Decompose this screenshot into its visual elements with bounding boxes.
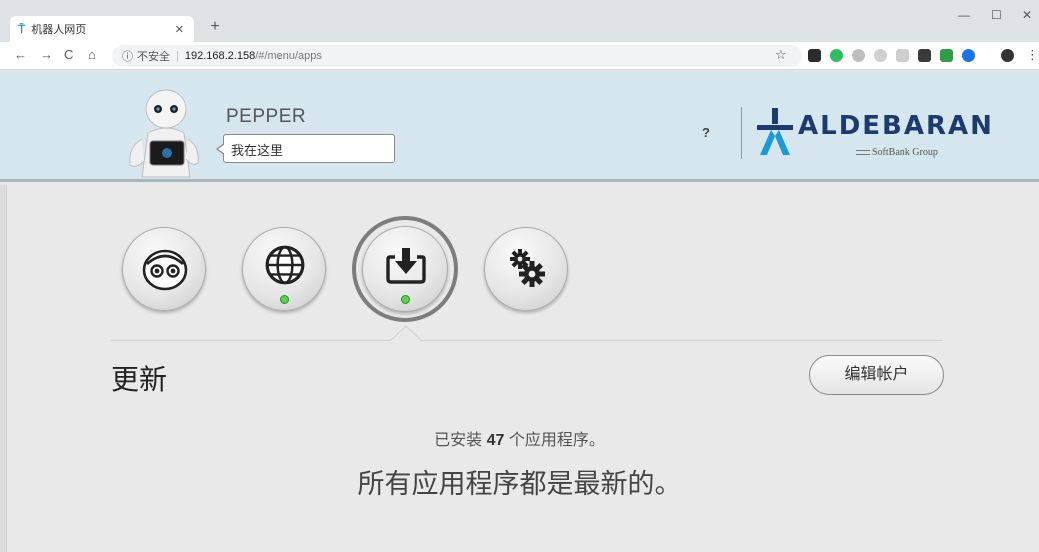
brand-subtitle: SoftBank Group [856,147,938,158]
browser-toolbar: ← → C ⌂ ⓘ 不安全 | 192.168.2.158 /#/menu/ap… [0,42,1039,70]
back-icon[interactable]: ← [14,47,27,62]
url-host: 192.168.2.158 [184,50,256,62]
section-divider [111,340,943,341]
tab-title: 机器人网页 [31,24,87,36]
profile-avatar-icon[interactable] [1001,49,1014,62]
evernote-extension-icon[interactable] [830,49,843,62]
browser-window: ⍑ 机器人网页 ✕ + — ☐ ✕ ← → C ⌂ ⓘ 不安全 | 192.16… [0,0,1039,552]
robot-name: PEPPER [226,106,307,127]
address-bar[interactable]: ⓘ 不安全 | 192.168.2.158 /#/menu/apps [112,45,802,67]
maximize-icon[interactable]: ☐ [991,8,1002,22]
network-button[interactable] [242,227,326,311]
url-separator: | [176,50,179,62]
close-window-icon[interactable]: ✕ [1022,8,1032,22]
print-extension-icon[interactable] [918,49,931,62]
robot-face-button[interactable] [122,227,206,311]
header-divider [741,107,742,159]
security-label: 不安全 [137,51,170,63]
help-button[interactable]: ? [702,125,710,140]
network-status-indicator [280,295,289,304]
brand-subtitle-text: SoftBank Group [872,147,938,158]
gears-icon [510,249,545,287]
new-tab-icon[interactable]: + [204,16,226,38]
installed-apps-text: 已安装 47 个应用程序。 [0,426,1039,450]
speech-bubble: 我在这里 [216,134,395,163]
download-icon [386,248,426,284]
updates-button[interactable] [362,226,448,312]
extension-icon-3[interactable] [852,49,865,62]
up-to-date-message: 所有应用程序都是最新的。 [357,469,682,499]
edit-account-button[interactable]: 编辑帐户 [809,355,944,395]
installed-count: 47 [486,432,505,449]
aldebaran-logo-icon [757,108,793,155]
robot-header: PEPPER 我在这里 ? ALDEBARAN SoftBank Group [0,71,1039,182]
browser-tab[interactable]: ⍑ 机器人网页 ✕ [10,16,194,42]
installed-prefix: 已安装 [434,432,483,449]
home-icon[interactable]: ⌂ [88,47,96,62]
info-icon[interactable]: ⓘ [122,48,133,64]
forward-icon[interactable]: → [40,47,53,62]
softbank-bars-icon [856,150,870,156]
brand-name: ALDEBARAN [798,111,994,141]
selection-pointer [390,325,422,342]
extension-icon-8[interactable] [962,49,975,62]
robot-face-icon [142,249,188,291]
pepper-robot-image [129,89,199,178]
extension-icon-7[interactable] [940,49,953,62]
extension-icon-4[interactable] [874,49,887,62]
extension-icon-5[interactable] [896,49,909,62]
url-path: /#/menu/apps [255,50,322,62]
browser-menu-icon[interactable]: ⋮ [1026,47,1039,63]
updates-status-indicator [401,295,410,304]
minimize-icon[interactable]: — [958,8,970,22]
bookmark-star-icon[interactable]: ☆ [775,47,787,63]
section-title: 更新 [111,364,168,395]
globe-icon [265,245,305,285]
aldebaran-favicon-icon: ⍑ [18,21,26,36]
tab-close-icon[interactable]: ✕ [175,23,184,36]
tab-bar: ⍑ 机器人网页 ✕ + — ☐ ✕ [0,0,1039,42]
settings-button[interactable] [484,227,568,311]
installed-suffix: 个应用程序。 [508,432,605,449]
extension-icon-1[interactable] [808,49,821,62]
reload-icon[interactable]: C [64,47,73,62]
